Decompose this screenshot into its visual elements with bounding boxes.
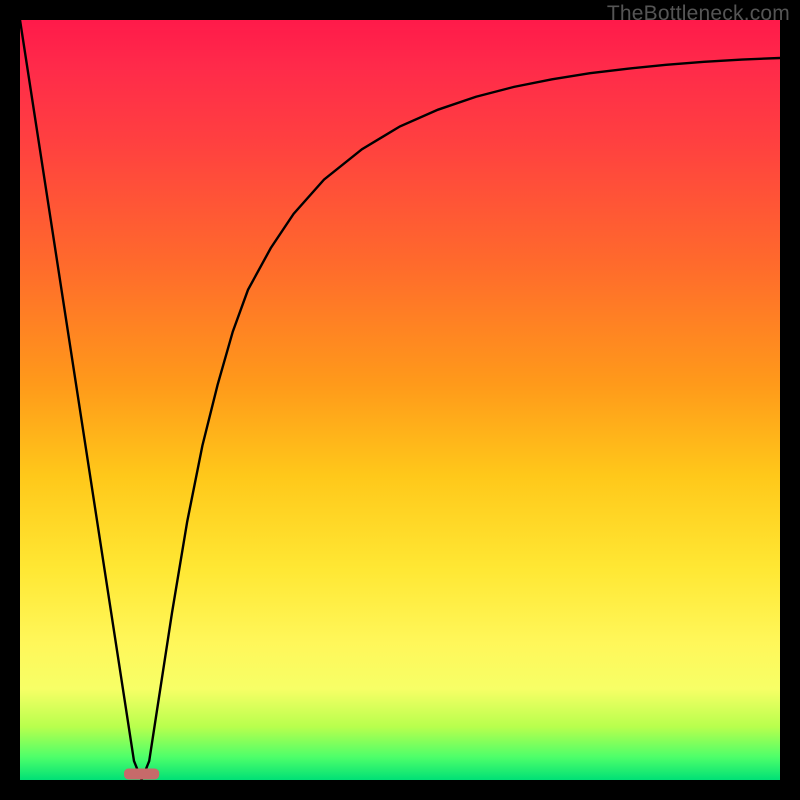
chart-frame: TheBottleneck.com [0,0,800,800]
bottleneck-curve [20,20,780,780]
curve-layer [20,20,780,780]
watermark-text: TheBottleneck.com [607,2,790,26]
min-marker [125,769,159,779]
plot-area [20,20,780,780]
